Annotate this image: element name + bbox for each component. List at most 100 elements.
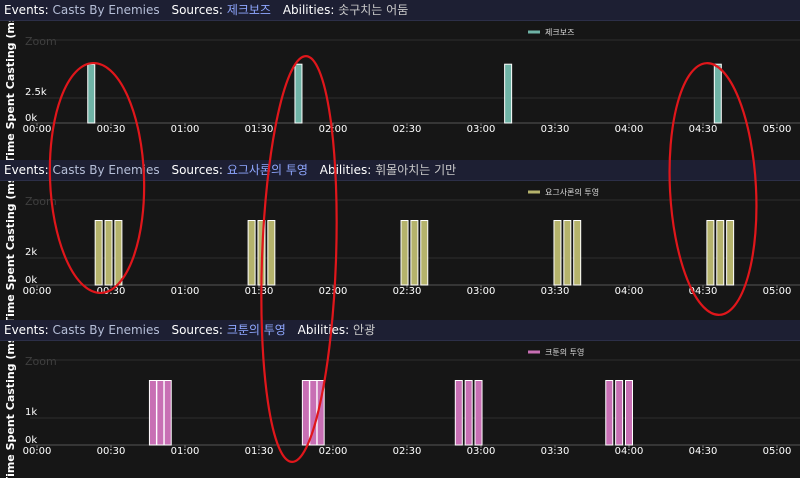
x-tick-label: 01:00 [171, 124, 200, 135]
chart-panel-1: Events: Casts By Enemies Sources: 제크보즈 A… [0, 0, 800, 160]
x-tick-label: 04:00 [615, 286, 644, 297]
events-label: Events: [4, 3, 49, 17]
bar [706, 220, 715, 286]
bar [615, 380, 624, 446]
bar [156, 380, 165, 446]
bar [163, 380, 172, 446]
x-tick-label: 00:00 [23, 286, 52, 297]
x-tick-label: 03:00 [467, 124, 496, 135]
bar [553, 220, 562, 286]
plot-background [0, 21, 800, 160]
y-axis-title: Time Spent Casting (ms) [4, 21, 17, 160]
sources-label: Sources: [171, 3, 223, 17]
sources-value[interactable]: 크툰의 투영 [227, 323, 286, 337]
zoom-label: Zoom [25, 355, 57, 368]
events-value[interactable]: Casts By Enemies [53, 3, 160, 17]
x-tick-label: 01:30 [245, 124, 274, 135]
bar [454, 380, 463, 446]
events-label: Events: [4, 163, 49, 177]
bar [420, 220, 429, 286]
x-tick-label: 01:00 [171, 446, 200, 457]
chart-panel-3: Events: Casts By Enemies Sources: 크툰의 투영… [0, 320, 800, 478]
x-tick-label: 01:00 [171, 286, 200, 297]
bar [267, 220, 276, 286]
bar [713, 63, 722, 124]
bar [257, 220, 266, 286]
y-tick-label: 1k [25, 407, 37, 418]
x-tick-label: 05:00 [763, 286, 792, 297]
plot-background [0, 341, 800, 478]
bar [410, 220, 419, 286]
bar [316, 380, 325, 446]
bar [87, 63, 96, 124]
x-tick-label: 03:00 [467, 286, 496, 297]
x-tick-label: 00:30 [97, 446, 126, 457]
legend-entry: 요그사론의 투영 [545, 187, 599, 197]
x-tick-label: 00:00 [23, 446, 52, 457]
events-label: Events: [4, 323, 49, 337]
panel-header: Events: Casts By Enemies Sources: 크툰의 투영… [0, 320, 800, 341]
x-tick-label: 00:30 [97, 124, 126, 135]
y-tick-label: 0k [25, 275, 37, 286]
y-axis-title: Time Spent Casting (ms) [4, 181, 17, 320]
events-value[interactable]: Casts By Enemies [53, 163, 160, 177]
chart-plot-3[interactable]: Zoom Time Spent Casting (ms) 0k 1k 00:00 00:3… [0, 341, 800, 478]
abilities-value[interactable]: 솟구치는 어둠 [338, 3, 408, 17]
bar [563, 220, 572, 286]
events-value[interactable]: Casts By Enemies [53, 323, 160, 337]
bar [726, 220, 735, 286]
x-tick-label: 03:30 [541, 446, 570, 457]
bar [605, 380, 614, 446]
abilities-label: Abilities: [319, 163, 372, 177]
bar [148, 380, 157, 446]
abilities-label: Abilities: [297, 323, 350, 337]
abilities-value[interactable]: 휘몰아치는 기만 [375, 163, 456, 177]
x-tick-label: 02:00 [319, 124, 348, 135]
sources-label: Sources: [171, 163, 223, 177]
chart-panel-2: Events: Casts By Enemies Sources: 요그사론의 … [0, 160, 800, 320]
x-tick-label: 00:00 [23, 124, 52, 135]
x-tick-label: 00:30 [97, 286, 126, 297]
y-tick-label: 0k [25, 435, 37, 446]
bar [716, 220, 725, 286]
bar [247, 220, 256, 286]
legend-entry: 제크보즈 [545, 28, 574, 37]
zoom-label: Zoom [25, 35, 57, 48]
bar [114, 220, 123, 286]
x-tick-label: 04:00 [615, 124, 644, 135]
x-tick-label: 03:30 [541, 124, 570, 135]
abilities-label: Abilities: [282, 3, 335, 17]
x-tick-label: 02:30 [393, 446, 422, 457]
sources-value[interactable]: 요그사론의 투영 [227, 163, 308, 177]
legend-entry: 크툰의 투영 [545, 347, 584, 357]
sources-label: Sources: [171, 323, 223, 337]
chart-plot-1[interactable]: Zoom Time Spent Casting (ms) 0k 2.5k 00:00 00… [0, 21, 800, 160]
x-tick-label: 03:30 [541, 286, 570, 297]
sources-value[interactable]: 제크보즈 [227, 3, 271, 17]
x-tick-label: 04:30 [689, 446, 718, 457]
x-tick-label: 02:30 [393, 124, 422, 135]
chart-plot-2[interactable]: Zoom Time Spent Casting (ms) 0k 2k 00:00 00:3… [0, 181, 800, 320]
zoom-label: Zoom [25, 195, 57, 208]
bar [474, 380, 483, 446]
y-tick-label: 2.5k [25, 87, 47, 98]
y-tick-label: 0k [25, 113, 37, 124]
bar [309, 380, 318, 446]
y-tick-label: 2k [25, 247, 37, 258]
bar [625, 380, 633, 446]
bar [94, 220, 103, 286]
x-tick-label: 04:30 [689, 124, 718, 135]
x-tick-label: 04:30 [689, 286, 718, 297]
bar [301, 380, 310, 446]
x-tick-label: 02:00 [319, 446, 348, 457]
x-tick-label: 02:00 [319, 286, 348, 297]
panel-header: Events: Casts By Enemies Sources: 제크보즈 A… [0, 0, 800, 21]
bar [400, 220, 409, 286]
panel-header: Events: Casts By Enemies Sources: 요그사론의 … [0, 160, 800, 181]
x-tick-label: 01:30 [245, 446, 274, 457]
abilities-value[interactable]: 안광 [353, 323, 375, 337]
y-axis-title: Time Spent Casting (ms) [4, 341, 17, 478]
x-tick-label: 03:00 [467, 446, 496, 457]
bar [464, 380, 473, 446]
bar [104, 220, 113, 286]
